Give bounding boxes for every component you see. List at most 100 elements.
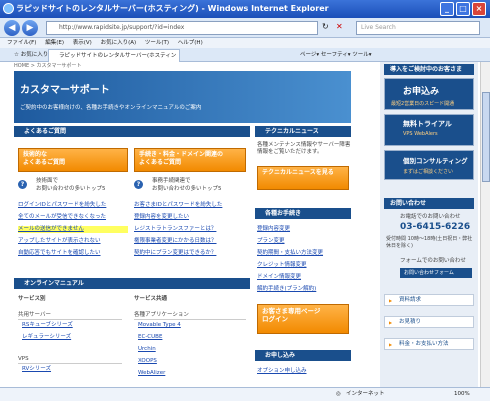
faq-link[interactable]: お客さまIDとパスワードを紛失した xyxy=(134,202,222,209)
faq-link[interactable]: 全てのメールが受信できなくなった xyxy=(18,214,106,221)
proc-link[interactable]: クレジット情報変更 xyxy=(257,262,307,269)
manual-col2-title: サービス共通 xyxy=(134,296,168,302)
faq-link[interactable]: 自動応答でもサイトを確認したい xyxy=(18,250,101,257)
favorites-button[interactable]: ☆ お気に入り xyxy=(14,50,48,60)
forward-button[interactable]: ▶ xyxy=(22,20,38,36)
tech-news-button[interactable]: テクニカルニュースを見る xyxy=(257,166,349,190)
faq-link[interactable]: レジストラトランスファーとは？ xyxy=(134,226,216,233)
phone-label: お電話でのお問い合わせ xyxy=(400,214,461,220)
faq-link[interactable]: 登録内容を変更したい xyxy=(134,214,189,221)
proc-link[interactable]: 契約期間・支払い方法変更 xyxy=(257,250,323,257)
contact-form-button[interactable]: お問い合わせフォーム xyxy=(400,268,472,278)
close-button[interactable]: × xyxy=(472,2,486,16)
tech-faq-button[interactable]: 技術的な よくあるご質問 xyxy=(18,148,128,172)
faq-link[interactable]: メールの送信ができません xyxy=(18,226,128,233)
faq-link[interactable]: アップしたサイトが表示されない xyxy=(18,238,101,245)
brochure-button[interactable]: 資料請求 xyxy=(384,294,474,306)
login-button[interactable]: お客さま専用ページ ログイン xyxy=(257,304,349,334)
window-titlebar: ラピッドサイトのレンタルサーバー(ホスティング) - Windows Inter… xyxy=(0,0,490,18)
faq-header: よくあるご質問 xyxy=(14,126,250,137)
manual-col1-sub2: VPS xyxy=(18,356,122,364)
trial-banner[interactable]: 無料トライアル VPS WebAlers xyxy=(384,114,474,146)
hero-subtitle: ご契約中のお客様向けの、各種お手続きやオンラインマニュアルのご案内 xyxy=(20,105,202,111)
page-viewport: HOME > カスタマーサポート カスタマーサポート ご契約中のお客様向けの、各… xyxy=(0,62,480,387)
hours-text: 受付時間 10時〜18時(土日祝日・弊社休日を除く) xyxy=(386,236,473,249)
apply-link[interactable]: オプション申し込み xyxy=(257,368,307,375)
question-icon: ? xyxy=(18,180,27,189)
maximize-button[interactable]: □ xyxy=(456,2,470,16)
proc-link[interactable]: 登録内容変更 xyxy=(257,226,290,233)
estimate-button[interactable]: お見積り xyxy=(384,316,474,328)
consult-banner-sub: まずはご相談ください xyxy=(403,169,454,175)
faq-link[interactable]: 権限事業者変更にかかる日数は？ xyxy=(134,238,217,245)
manual-col2-sub: 各種アプリケーション xyxy=(134,312,246,320)
menu-help[interactable]: ヘルプ(H) xyxy=(178,40,203,46)
menu-view[interactable]: 表示(V) xyxy=(73,40,92,46)
zone-label: インターネット xyxy=(346,391,385,397)
tab-bar: ☆ お気に入り ラピッドサイトのレンタルサーバー(ホスティング) ページ▾ セー… xyxy=(0,48,490,71)
menu-edit[interactable]: 編集(E) xyxy=(45,40,64,46)
apply-banner-title: お申込み xyxy=(403,87,440,97)
menu-favorites[interactable]: お気に入り(A) xyxy=(101,40,137,46)
search-input[interactable]: Live Search xyxy=(356,21,480,35)
manual-link[interactable]: EC-CUBE xyxy=(138,334,162,341)
manual-link[interactable]: Movable Type 4 xyxy=(138,322,181,329)
faq-desc1a: 技術面で xyxy=(36,178,59,184)
trial-banner-title: 無料トライアル xyxy=(403,120,452,128)
stop-icon[interactable]: ✕ xyxy=(336,22,343,31)
proc-faq-button[interactable]: 手続き・料金・ドメイン関連の よくあるご質問 xyxy=(134,148,246,172)
menu-file[interactable]: ファイル(F) xyxy=(7,40,36,46)
manual-link[interactable]: RSキューブシリーズ xyxy=(22,322,73,329)
contact-header: お問い合わせ xyxy=(384,198,474,209)
faq-link[interactable]: ログインIDとパスワードを紛失した xyxy=(18,202,106,209)
procedures-header: 各種お手続き xyxy=(255,208,351,219)
manual-link[interactable]: WebAlizer xyxy=(138,370,165,377)
faq-desc2b: お問い合わせの多いトップ5 xyxy=(152,186,222,192)
hero-banner: カスタマーサポート ご契約中のお客様向けの、各種お手続きやオンラインマニュアルの… xyxy=(14,71,351,123)
proc-link[interactable]: ドメイン情報変更 xyxy=(257,274,301,281)
address-bar: ◀ ▶ http://www.rapidsite.jp/support/?id=… xyxy=(0,18,490,38)
right-top-header: 導入をご検討中のお客さま xyxy=(384,64,474,75)
menu-bar: ファイル(F) 編集(E) 表示(V) お気に入り(A) ツール(T) ヘルプ(… xyxy=(0,38,490,48)
consult-banner-title: 個別コンサルティング xyxy=(403,157,468,165)
tech-news-text: 各種メンテナンス情報やサーバー障害情報をご覧いただけます。 xyxy=(257,142,351,155)
manual-header: オンラインマニュアル xyxy=(14,278,250,289)
url-input[interactable]: http://www.rapidsite.jp/support/?id=inde… xyxy=(46,21,318,35)
manual-col1-sub: 共用サーバー xyxy=(18,312,122,320)
minimize-button[interactable]: _ xyxy=(440,2,454,16)
faq-desc1b: お問い合わせの多いトップ5 xyxy=(36,186,106,192)
consult-banner[interactable]: 個別コンサルティング まずはご相談ください xyxy=(384,150,474,180)
favorites-label: お気に入り xyxy=(20,52,49,58)
apply-banner-sub: 最短2営業日のスピード開通 xyxy=(391,101,455,107)
manual-link[interactable]: XOOPS xyxy=(138,358,157,365)
status-bar: ◎ インターネット 100% xyxy=(0,387,490,401)
manual-link[interactable]: レギュラーシリーズ xyxy=(22,334,71,341)
ie-logo-icon xyxy=(3,3,14,14)
faq-link[interactable]: 契約中にプラン変更はできるか？ xyxy=(134,250,216,257)
command-bar[interactable]: ページ▾ セーフティ▾ ツール▾ xyxy=(300,50,372,60)
proc-link[interactable]: プラン変更 xyxy=(257,238,285,245)
apply-banner[interactable]: お申込み 最短2営業日のスピード開通 xyxy=(384,78,474,110)
back-button[interactable]: ◀ xyxy=(4,20,20,36)
tech-news-header: テクニカルニュース xyxy=(255,126,351,137)
manual-link[interactable]: Urchin xyxy=(138,346,156,353)
proc-link[interactable]: 解約手続き(プラン解約) xyxy=(257,286,316,293)
breadcrumb: HOME > カスタマーサポート xyxy=(14,63,82,69)
faq-desc2a: 事務手続関連で xyxy=(152,178,191,184)
trial-banner-sub: VPS WebAlers xyxy=(403,131,438,137)
pricing-button[interactable]: 料金・お支払い方法 xyxy=(384,338,474,350)
globe-icon: ◎ xyxy=(336,391,341,397)
vertical-scrollbar[interactable] xyxy=(480,62,490,387)
page-title: カスタマーサポート xyxy=(20,85,110,96)
tab-active[interactable]: ラピッドサイトのレンタルサーバー(ホスティング) xyxy=(48,49,180,71)
zoom-level[interactable]: 100% xyxy=(454,388,470,401)
apply-header: お申し込み xyxy=(255,350,351,361)
phone-number: 03-6415-6226 xyxy=(400,222,471,232)
form-label: フォームでのお問い合わせ xyxy=(400,258,466,264)
right-sidebar: 導入をご検討中のお客さま お申込み 最短2営業日のスピード開通 無料トライアル … xyxy=(380,62,478,387)
manual-link[interactable]: RVシリーズ xyxy=(22,366,51,373)
scrollbar-thumb[interactable] xyxy=(482,92,490,182)
window-title: ラピッドサイトのレンタルサーバー(ホスティング) - Windows Inter… xyxy=(16,4,329,13)
refresh-icon[interactable]: ↻ xyxy=(322,22,329,31)
menu-tools[interactable]: ツール(T) xyxy=(145,40,169,46)
